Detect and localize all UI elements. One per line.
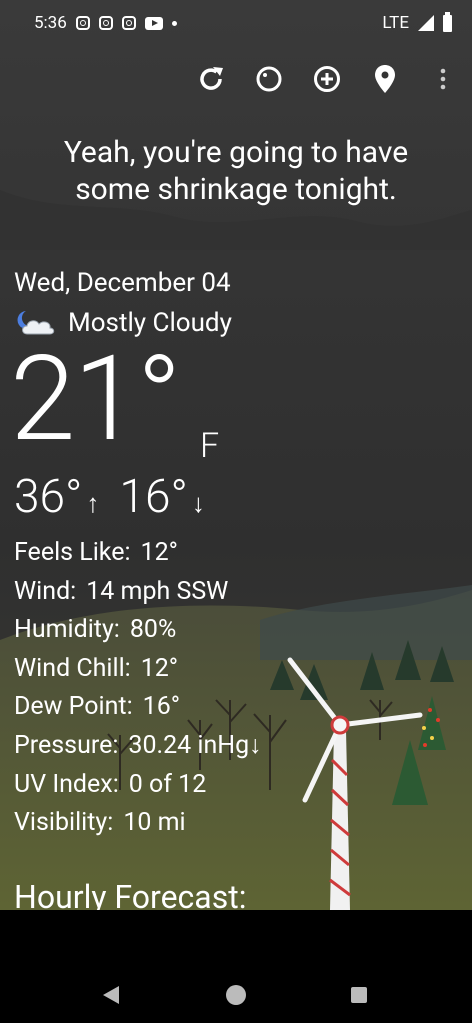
dot-icon <box>171 20 177 26</box>
theme-icon <box>256 66 282 92</box>
youtube-icon <box>144 16 163 30</box>
detail-row: Feels Like: 12° <box>14 534 262 573</box>
high-low-temperature: 36° ↑ 16° ↓ <box>14 470 205 524</box>
detail-value: 30.24 inHg↓ <box>128 730 262 760</box>
detail-label: Feels Like: <box>14 538 131 567</box>
status-bar: 5:36 LTE <box>0 0 472 46</box>
hourly-forecast-heading: Hourly Forecast: <box>14 878 247 910</box>
overflow-menu-button[interactable] <box>428 62 458 96</box>
detail-label: UV Index: <box>14 769 119 799</box>
detail-value: 0 of 12 <box>128 769 207 799</box>
high-temp: 36° <box>14 470 83 524</box>
low-temp: 16° <box>119 470 188 524</box>
quote-line-2: some shrinkage tonight. <box>75 172 397 207</box>
detail-row: UV Index: 0 of 12 <box>14 766 262 805</box>
detail-value: 10 mi <box>123 808 186 838</box>
detail-row: Dew Point: 16° <box>14 688 262 727</box>
current-temperature: 21° <box>10 330 182 468</box>
detail-label: Wind Chill: <box>14 653 131 683</box>
temperature-unit: F <box>200 426 220 466</box>
add-location-button[interactable] <box>312 62 342 96</box>
forecast-date: Wed, December 04 <box>14 268 231 298</box>
weather-quote: Yeah, you're going to have some shrinkag… <box>0 134 472 208</box>
refresh-button[interactable] <box>196 62 226 96</box>
location-button[interactable] <box>370 62 400 96</box>
recents-icon[interactable] <box>351 987 367 1003</box>
add-location-icon <box>314 66 340 92</box>
overflow-menu-icon <box>440 68 446 90</box>
instagram-icon <box>98 16 113 30</box>
weather-details: Feels Like: 12° Wind: 14 mph SSW Humidity:… <box>14 534 262 843</box>
detail-label: Visibility: <box>14 808 114 838</box>
network-type: LTE <box>382 13 409 33</box>
back-icon[interactable] <box>103 986 119 1004</box>
detail-value: 16° <box>142 692 181 722</box>
down-arrow-icon: ↓ <box>191 489 205 519</box>
signal-icon <box>418 15 434 31</box>
detail-value: 12° <box>140 653 179 683</box>
detail-label: Pressure: <box>14 730 119 760</box>
detail-label: Humidity: <box>14 615 120 645</box>
theme-button[interactable] <box>254 62 284 96</box>
detail-row: Visibility: 10 mi <box>14 804 262 843</box>
refresh-icon <box>200 67 223 90</box>
instagram-icon <box>75 16 90 30</box>
app-screen: 5:36 LTE Yeah, you're going to have some… <box>0 0 472 910</box>
battery-icon <box>443 11 452 32</box>
detail-row: Wind Chill: 12° <box>14 650 262 689</box>
detail-row: Wind: 14 mph SSW <box>14 573 262 612</box>
detail-value: 80% <box>129 615 177 645</box>
quote-line-1: Yeah, you're going to have <box>63 135 409 170</box>
detail-value: 14 mph SSW <box>86 576 229 606</box>
navigation-bar <box>0 910 472 1023</box>
detail-row: Humidity: 80% <box>14 611 262 650</box>
home-icon[interactable] <box>226 985 246 1005</box>
detail-label: Dew Point: <box>14 692 133 722</box>
detail-label: Wind: <box>14 576 77 606</box>
toolbar <box>196 62 458 96</box>
up-arrow-icon: ↑ <box>86 489 100 519</box>
detail-row: Pressure: 30.24 inHg↓ <box>14 727 262 766</box>
instagram-icon <box>121 16 136 30</box>
detail-value: 12° <box>140 538 178 567</box>
status-time: 5:36 <box>34 13 67 33</box>
location-pin-icon <box>375 65 395 93</box>
